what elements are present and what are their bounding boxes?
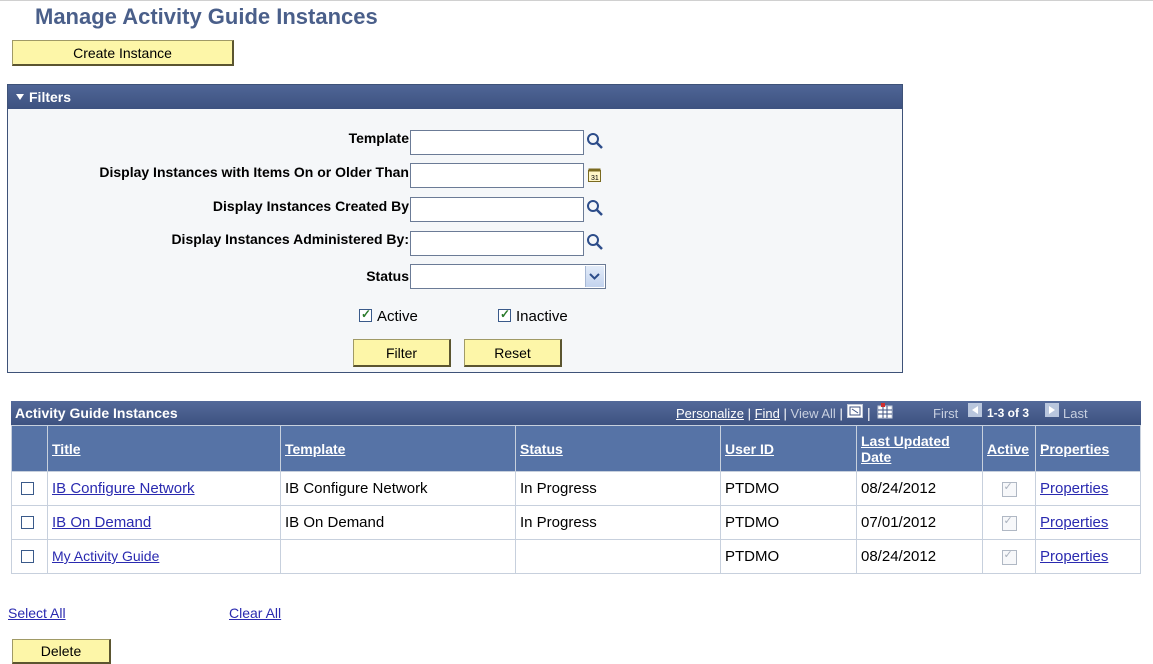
clear-all-link[interactable]: Clear All: [229, 605, 281, 621]
template-lookup-icon[interactable]: [586, 132, 604, 150]
separator: |: [867, 405, 871, 421]
title-cell: IB On Demand: [47, 505, 281, 540]
first-label: First: [933, 406, 959, 421]
active-cell: [982, 471, 1036, 506]
grid-header: Activity Guide Instances Personalize | F…: [11, 401, 1141, 425]
status-cell: In Progress: [515, 505, 721, 540]
user-id-cell: PTDMO: [720, 505, 857, 540]
filters-header[interactable]: Filters: [8, 85, 902, 109]
properties-link[interactable]: Properties: [1040, 548, 1108, 565]
grid-title: Activity Guide Instances: [15, 405, 178, 421]
inactive-checkbox[interactable]: ✓: [498, 307, 511, 322]
properties-link[interactable]: Properties: [1040, 514, 1108, 531]
zoom-grid-icon[interactable]: [847, 404, 863, 418]
create-instance-button[interactable]: Create Instance: [12, 40, 234, 66]
svg-text:31: 31: [591, 175, 599, 182]
template-label: Template: [348, 130, 409, 146]
active-column-header[interactable]: Active: [982, 425, 1036, 472]
title-link[interactable]: My Activity Guide: [52, 548, 159, 564]
date-cell: 08/24/2012: [856, 471, 983, 506]
title-cell: IB Configure Network: [47, 471, 281, 506]
select-column-header: [11, 425, 48, 472]
active-disabled-checkbox: [1001, 514, 1017, 531]
filters-header-label: Filters: [29, 89, 72, 105]
active-checkbox[interactable]: ✓: [359, 307, 372, 322]
active-disabled-checkbox: [1001, 548, 1017, 565]
separator: |: [783, 406, 787, 421]
status-column-header[interactable]: Status: [515, 425, 721, 472]
template-column-header[interactable]: Template: [280, 425, 516, 472]
table-header-row: Title Template Status User ID Last Updat…: [11, 425, 1141, 472]
administered-by-label: Display Instances Administered By:: [171, 231, 409, 247]
date-cell: 08/24/2012: [856, 539, 983, 574]
title-cell: My Activity Guide: [47, 539, 281, 574]
row-checkbox[interactable]: [21, 516, 34, 529]
properties-cell: Properties: [1035, 505, 1141, 540]
properties-link[interactable]: Properties: [1040, 480, 1108, 497]
title-column-header[interactable]: Title: [47, 425, 281, 472]
template-cell: IB Configure Network: [280, 471, 516, 506]
check-icon: ✓: [500, 307, 511, 321]
user-id-cell: PTDMO: [720, 539, 857, 574]
instances-table: Title Template Status User ID Last Updat…: [11, 425, 1141, 574]
previous-arrow-icon[interactable]: [968, 403, 982, 417]
template-cell: IB On Demand: [280, 505, 516, 540]
template-cell: [280, 539, 516, 574]
reset-button[interactable]: Reset: [464, 339, 562, 367]
properties-cell: Properties: [1035, 539, 1141, 574]
collapse-triangle-icon[interactable]: [16, 94, 24, 101]
user-id-cell: PTDMO: [720, 471, 857, 506]
title-link[interactable]: IB On Demand: [52, 514, 151, 531]
administered-by-lookup-icon[interactable]: [586, 233, 604, 251]
row-checkbox[interactable]: [21, 482, 34, 495]
table-row: IB On Demand IB On Demand In Progress PT…: [11, 505, 1141, 540]
status-cell: In Progress: [515, 471, 721, 506]
active-cell: [982, 505, 1036, 540]
row-select-cell: [11, 471, 48, 506]
select-all-link[interactable]: Select All: [8, 605, 66, 621]
older-than-label: Display Instances with Items On or Older…: [99, 164, 409, 180]
next-arrow-icon[interactable]: [1045, 403, 1059, 417]
download-spreadsheet-icon[interactable]: [877, 403, 893, 419]
status-label: Status: [366, 268, 409, 284]
last-label: Last: [1063, 406, 1088, 421]
table-row: My Activity Guide PTDMO 08/24/2012 Prope…: [11, 539, 1141, 574]
row-select-cell: [11, 505, 48, 540]
personalize-link[interactable]: Personalize: [676, 406, 744, 421]
chevron-down-icon[interactable]: [585, 266, 604, 287]
properties-column-header[interactable]: Properties: [1035, 425, 1141, 472]
row-checkbox[interactable]: [21, 550, 34, 563]
delete-button[interactable]: Delete: [12, 639, 111, 664]
older-than-date-input[interactable]: [410, 163, 584, 188]
table-row: IB Configure Network IB Configure Networ…: [11, 471, 1141, 506]
row-count: 1-3 of 3: [987, 406, 1030, 420]
check-icon: ✓: [361, 307, 372, 321]
filters-panel: Filters Template Display Instances with …: [7, 84, 903, 373]
filter-button[interactable]: Filter: [353, 339, 451, 367]
title-link[interactable]: IB Configure Network: [52, 480, 195, 497]
active-checkbox-label: Active: [377, 308, 418, 325]
active-disabled-checkbox: [1001, 480, 1017, 497]
created-by-label: Display Instances Created By: [212, 198, 409, 214]
active-cell: [982, 539, 1036, 574]
inactive-checkbox-label: Inactive: [516, 308, 568, 325]
find-link[interactable]: Find: [755, 406, 780, 421]
view-all-label: View All: [790, 406, 836, 421]
separator: |: [839, 406, 843, 421]
template-input[interactable]: [410, 130, 584, 155]
last-updated-column-header[interactable]: Last Updated Date: [856, 425, 983, 472]
date-cell: 07/01/2012: [856, 505, 983, 540]
page-title: Manage Activity Guide Instances: [35, 4, 378, 29]
user-id-column-header[interactable]: User ID: [720, 425, 857, 472]
administered-by-input[interactable]: [410, 231, 584, 256]
created-by-lookup-icon[interactable]: [586, 199, 604, 217]
row-select-cell: [11, 539, 48, 574]
separator: |: [747, 406, 751, 421]
status-select[interactable]: [410, 264, 606, 289]
top-border: [0, 0, 1153, 1]
properties-cell: Properties: [1035, 471, 1141, 506]
status-cell: [515, 539, 721, 574]
created-by-input[interactable]: [410, 197, 584, 222]
calendar-icon[interactable]: 31: [588, 168, 602, 183]
